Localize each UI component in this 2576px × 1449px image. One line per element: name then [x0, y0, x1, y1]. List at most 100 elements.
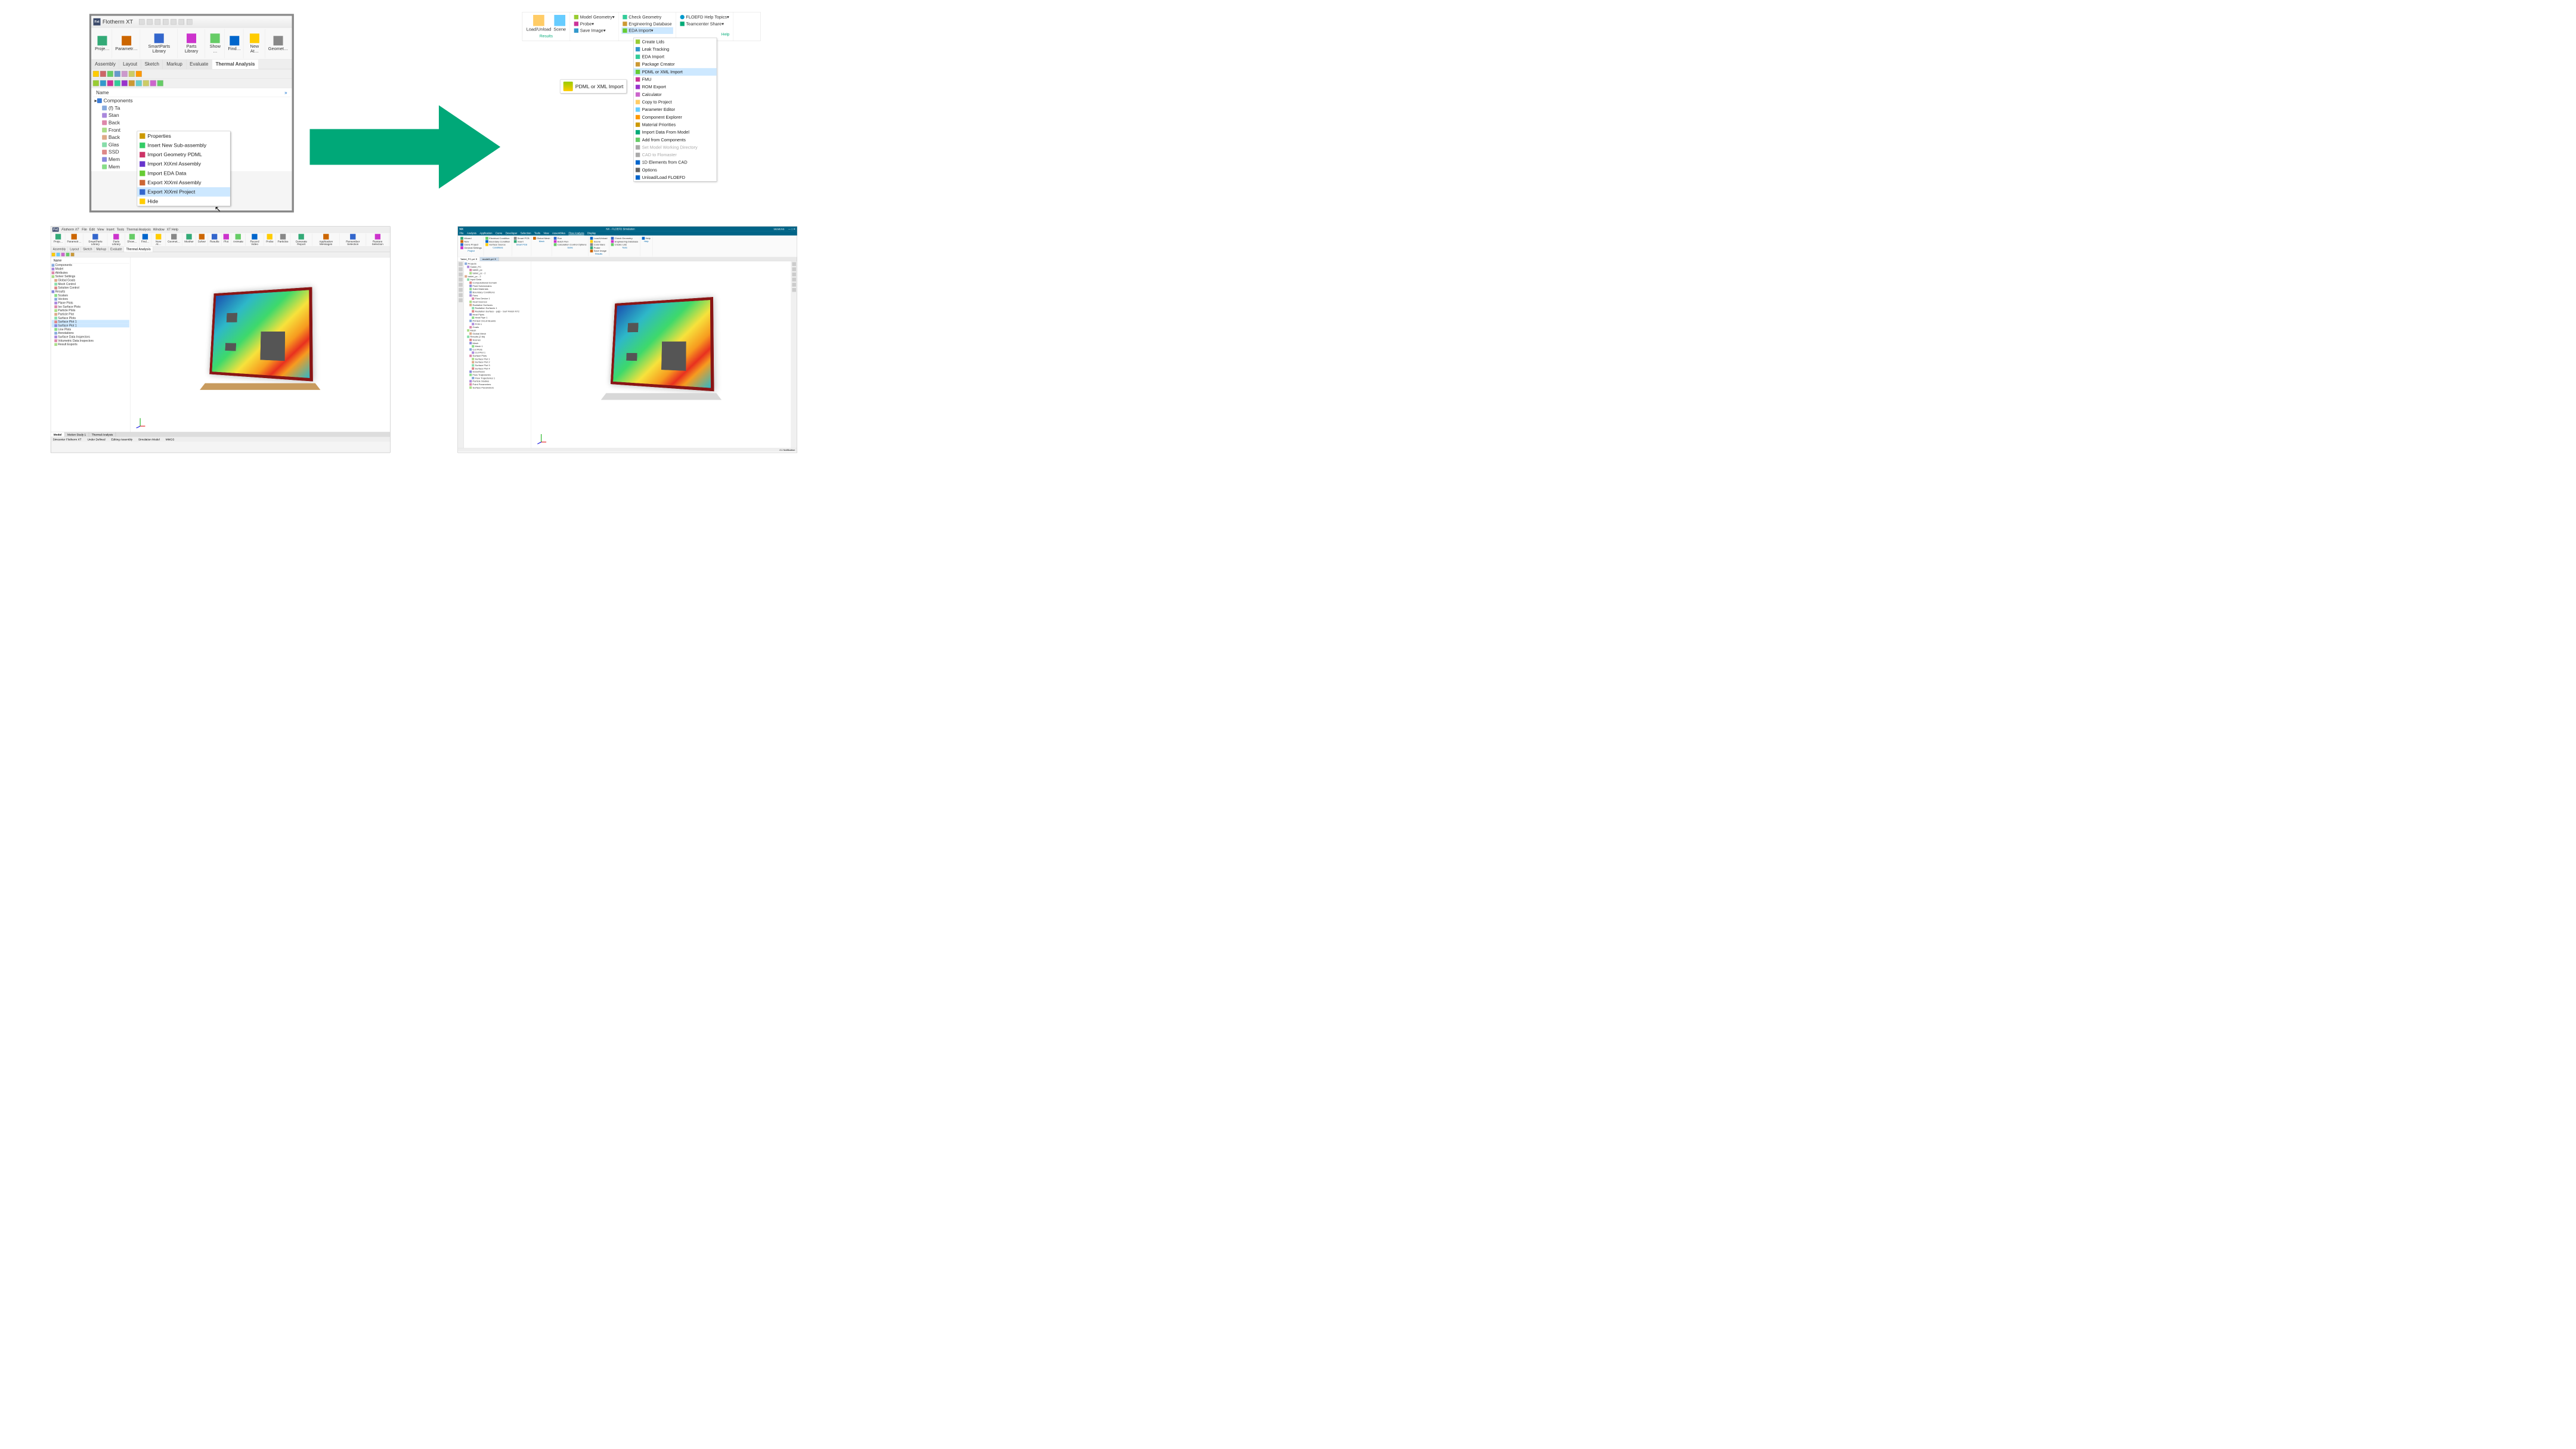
menu-item[interactable]: ROM Export [634, 83, 717, 91]
menu-item[interactable]: Import Data From Model [634, 128, 717, 136]
context-menu-item[interactable]: Import EDA Data [137, 169, 230, 178]
tool-icon[interactable] [136, 80, 142, 86]
scene-button[interactable]: Scene [552, 14, 567, 33]
tree-item[interactable]: Back [92, 119, 292, 126]
ribbon-button[interactable]: Restore Selection [366, 234, 389, 246]
menu-item[interactable]: Unload/Load FLOEFD [634, 174, 717, 181]
tree-item[interactable]: Result Exports [52, 342, 129, 346]
menu-item[interactable]: FMU [634, 76, 717, 83]
tool-icon[interactable] [57, 253, 60, 256]
bottom-tab[interactable]: Thermal Analysis [89, 432, 116, 436]
ribbon-button[interactable]: Probe [264, 234, 275, 246]
ribbon-button[interactable]: Geomet… [166, 234, 182, 246]
menu-item[interactable]: Copy to Project [634, 98, 717, 106]
ribbon-button[interactable]: Find… [225, 29, 243, 58]
menu-item[interactable]: PDML or XML Import [634, 68, 717, 76]
qat-icon[interactable] [163, 19, 168, 24]
ribbon-button[interactable]: Parts Library [178, 29, 205, 58]
tool-icon[interactable] [100, 80, 106, 86]
load-unload-button[interactable]: Load/Unload [525, 14, 553, 33]
tool-icon[interactable] [122, 80, 128, 86]
ribbon-button[interactable]: Mesher [182, 234, 196, 246]
tab[interactable]: Assembly [51, 247, 68, 252]
tool-icon[interactable] [93, 71, 99, 77]
qat-icon[interactable] [139, 19, 144, 24]
ribbon-button[interactable]: Remember Selection [340, 234, 366, 246]
window-controls[interactable]: — □ ✕ [788, 228, 795, 231]
bottom-tab[interactable]: Motion Study 1 [64, 432, 89, 436]
tool-icon[interactable] [66, 253, 70, 256]
tool-icon[interactable] [71, 253, 75, 256]
tool-icon[interactable] [792, 278, 796, 282]
tab[interactable]: Layout [119, 60, 141, 69]
menu-item[interactable]: Component Explorer [634, 113, 717, 121]
ribbon-button[interactable]: Geomet… [266, 29, 291, 58]
tool-icon[interactable] [459, 288, 463, 292]
tab[interactable]: Markup [94, 247, 109, 252]
tool-icon[interactable] [459, 267, 463, 271]
tab[interactable]: Thermal Analysis [124, 247, 153, 252]
tab[interactable]: Thermal Analysis [212, 60, 259, 69]
tool-icon[interactable] [459, 283, 463, 287]
menu-item[interactable]: XT Help [167, 228, 178, 231]
menu-item[interactable]: Parameter Editor [634, 106, 717, 113]
tool-icon[interactable] [459, 262, 463, 267]
qat-icon[interactable] [179, 19, 184, 24]
ribbon-button[interactable]: Find… [139, 234, 151, 246]
bottom-tab[interactable]: Model [51, 432, 64, 436]
tool-icon[interactable] [459, 273, 463, 277]
tool-icon[interactable] [114, 80, 120, 86]
qat-icon[interactable] [171, 19, 176, 24]
ribbon-button[interactable]: Application Messages [312, 234, 340, 246]
tab[interactable]: Evaluate [109, 247, 124, 252]
ribbon-button[interactable]: SmartParts Library [83, 234, 107, 246]
doc-tab[interactable]: model1.prt ✕ [480, 257, 499, 261]
ribbon-button[interactable]: Generate Report [290, 234, 312, 246]
ribbon-button[interactable]: Parametr… [65, 234, 83, 246]
ribbon-button[interactable]: New At… [151, 234, 166, 246]
tree-root[interactable]: ▸ Components [92, 97, 292, 104]
viewport-3d[interactable] [130, 258, 390, 432]
model-geometry-button[interactable]: Model Geometry ▾ [573, 14, 616, 20]
menu-item[interactable]: Analysis [467, 232, 476, 236]
tree-item[interactable]: Stan [92, 112, 292, 119]
menu-item[interactable]: 1D Elements from CAD [634, 159, 717, 166]
menu-item[interactable]: Leak Tracking [634, 45, 717, 53]
menu-item[interactable]: Add from Components [634, 136, 717, 144]
menu-item[interactable]: View [97, 228, 104, 231]
tool-icon[interactable] [143, 80, 149, 86]
context-menu-item[interactable]: Export XtXml Project [137, 187, 230, 197]
menu-item[interactable]: Options [634, 166, 717, 174]
menu-item[interactable]: Insert [106, 228, 114, 231]
context-menu-item[interactable]: Export XtXml Assembly [137, 178, 230, 187]
menu-item[interactable]: Calculator [634, 91, 717, 98]
ribbon-button[interactable]: New At… [244, 29, 265, 58]
tree-item[interactable]: Surface Parameters [465, 386, 530, 389]
ribbon-button[interactable]: Parts Library [107, 234, 125, 246]
menu-item[interactable]: Application [479, 232, 492, 236]
tool-icon[interactable] [129, 80, 135, 86]
tab[interactable]: Sketch [81, 247, 94, 252]
menu-item[interactable]: Selection [521, 232, 531, 236]
tool-icon[interactable] [114, 71, 120, 77]
menu-item[interactable]: Display [587, 232, 596, 236]
save-image-button[interactable]: Save Image ▾ [573, 27, 616, 34]
viewport-3d[interactable] [531, 261, 791, 448]
qat-icon[interactable] [187, 19, 192, 24]
tab[interactable]: Evaluate [186, 60, 212, 69]
tool-icon[interactable] [107, 80, 113, 86]
ribbon-button[interactable]: Plot [221, 234, 231, 246]
menu-item[interactable]: File [460, 232, 464, 236]
ribbon-button[interactable]: Proje… [52, 234, 66, 246]
tool-icon[interactable] [792, 262, 796, 267]
tool-icon[interactable] [107, 71, 113, 77]
menu-item[interactable]: File [82, 228, 87, 231]
tool-icon[interactable] [792, 283, 796, 287]
context-menu-item[interactable]: Insert New Sub-assembly [137, 141, 230, 150]
ribbon-button[interactable]: Animate [231, 234, 246, 246]
ribbon-button[interactable]: Show … [206, 29, 225, 58]
ribbon-button[interactable]: Results [208, 234, 222, 246]
menu-item[interactable]: Developer [506, 232, 518, 236]
tab[interactable]: Sketch [141, 60, 163, 69]
ribbon-button[interactable]: Show… [125, 234, 139, 246]
